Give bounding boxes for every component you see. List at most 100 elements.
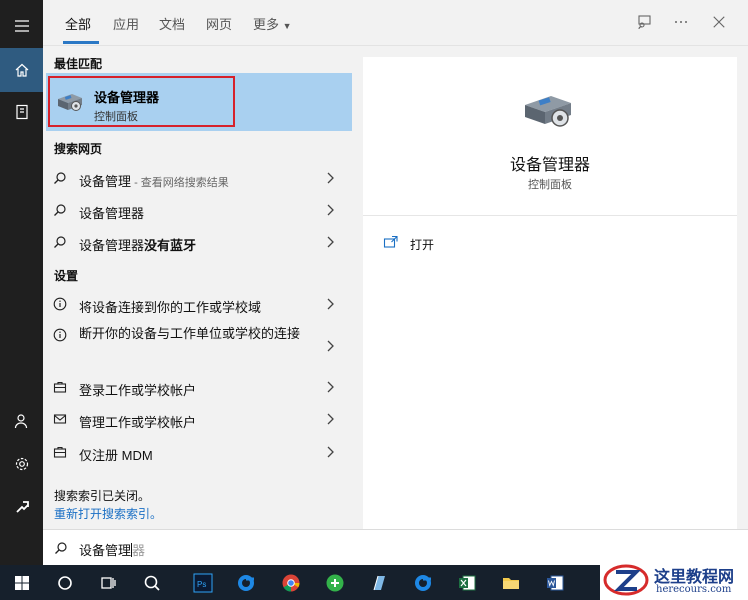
chevron-right-icon bbox=[327, 236, 334, 248]
svg-text:Ps: Ps bbox=[197, 580, 206, 589]
best-match-heading: 最佳匹配 bbox=[54, 57, 103, 71]
folder-icon bbox=[503, 578, 519, 589]
detail-title: 设备管理器 bbox=[509, 157, 590, 174]
search-autocomplete-suggestion: 器 bbox=[132, 543, 146, 558]
chevron-right-icon bbox=[327, 340, 334, 352]
feedback-button[interactable] bbox=[0, 485, 43, 529]
web-result-item[interactable]: 设备管理 - 查看网络搜索结果 bbox=[43, 162, 353, 194]
gear-icon bbox=[15, 457, 28, 471]
web-result-item[interactable]: 设备管理器 bbox=[43, 194, 353, 226]
taskbar-app-photoshop[interactable]: Ps bbox=[190, 570, 216, 596]
search-icon bbox=[54, 236, 66, 248]
more-options-button[interactable] bbox=[671, 12, 691, 32]
best-match-item[interactable]: 设备管理器 控制面板 bbox=[46, 73, 352, 131]
tab-more[interactable]: 更多 ▼ bbox=[253, 14, 292, 33]
tab-all[interactable]: 全部 bbox=[65, 14, 91, 33]
mail-icon bbox=[53, 414, 67, 424]
taskbar-app-browser[interactable] bbox=[233, 570, 259, 596]
best-match-title: 设备管理器 bbox=[94, 90, 160, 105]
person-icon bbox=[14, 414, 27, 429]
settings-item-label: 管理工作或学校帐户 bbox=[79, 415, 197, 430]
taskbar-app-excel[interactable] bbox=[454, 570, 480, 596]
device-manager-icon bbox=[58, 94, 82, 111]
settings-item-label: 登录工作或学校帐户 bbox=[79, 383, 197, 398]
cortana-button[interactable] bbox=[52, 570, 78, 596]
settings-item[interactable]: 登录工作或学校帐户 bbox=[43, 371, 353, 403]
settings-item[interactable]: 将设备连接到你的工作或学校域 bbox=[43, 288, 353, 320]
taskbar-app-notes[interactable] bbox=[366, 570, 392, 596]
taskbar-app-file-explorer[interactable] bbox=[498, 570, 524, 596]
taskbar-app-chrome[interactable] bbox=[278, 570, 304, 596]
settings-heading: 设置 bbox=[54, 269, 79, 283]
home-button[interactable] bbox=[0, 48, 43, 92]
chevron-right-icon bbox=[327, 381, 334, 393]
word-icon bbox=[547, 575, 564, 591]
ellipsis-icon bbox=[675, 21, 687, 23]
taskbar-app-word[interactable] bbox=[542, 570, 568, 596]
settings-item[interactable]: 管理工作或学校帐户 bbox=[43, 403, 353, 435]
hamburger-menu-button[interactable] bbox=[0, 4, 43, 48]
site-logo-icon bbox=[603, 564, 649, 596]
device-manager-icon bbox=[525, 96, 571, 127]
web-result-item[interactable]: 设备管理器没有蓝牙 bbox=[43, 226, 353, 258]
home-icon bbox=[15, 63, 28, 77]
close-button[interactable] bbox=[709, 12, 729, 32]
web-result-hint: - 查看网络搜索结果 bbox=[131, 177, 229, 189]
task-view-icon bbox=[101, 577, 116, 589]
search-window: 全部 应用 文档 网页 更多 ▼ 最佳匹配 设备管理器 控制面板 搜索网页 设备… bbox=[0, 0, 748, 600]
chevron-right-icon bbox=[327, 446, 334, 458]
notebook-button[interactable] bbox=[0, 90, 43, 134]
info-icon bbox=[53, 328, 67, 342]
settings-item[interactable]: 断开你的设备与工作单位或学校的连接 bbox=[43, 322, 353, 370]
cortana-circle-icon bbox=[58, 576, 72, 590]
open-action[interactable]: 打开 bbox=[383, 233, 503, 255]
reopen-index-link[interactable]: 重新打开搜索索引。 bbox=[54, 505, 162, 522]
chevron-right-icon bbox=[327, 172, 334, 184]
search-icon bbox=[54, 204, 66, 216]
web-result-text: 设备管理 - 查看网络搜索结果 bbox=[79, 171, 229, 190]
start-button[interactable] bbox=[9, 570, 35, 596]
tab-documents[interactable]: 文档 bbox=[159, 14, 185, 33]
open-action-label: 打开 bbox=[410, 238, 435, 252]
feedback-hub-button[interactable] bbox=[634, 12, 654, 32]
taskbar-app-green-browser[interactable] bbox=[322, 570, 348, 596]
person-feedback-icon bbox=[638, 15, 651, 30]
notepad-icon bbox=[373, 575, 385, 591]
chevron-right-icon bbox=[327, 298, 334, 310]
close-icon bbox=[713, 16, 725, 28]
hamburger-icon bbox=[14, 20, 29, 32]
left-rail bbox=[0, 0, 43, 565]
notebook-icon bbox=[15, 104, 28, 120]
settings-button[interactable] bbox=[0, 442, 43, 486]
divider bbox=[363, 215, 737, 216]
best-match-subtitle: 控制面板 bbox=[94, 111, 138, 123]
account-button[interactable] bbox=[0, 399, 43, 443]
tab-more-label: 更多 bbox=[253, 17, 280, 32]
chevron-right-icon bbox=[327, 204, 334, 216]
detail-pane: 设备管理器 控制面板 打开 bbox=[363, 57, 737, 529]
browser-icon bbox=[238, 575, 254, 591]
excel-icon bbox=[459, 575, 476, 591]
feedback-icon bbox=[15, 501, 29, 513]
watermark-site-url: herecours.com bbox=[656, 584, 732, 595]
settings-item[interactable]: 仅注册 MDM bbox=[43, 436, 353, 468]
magnifier-icon bbox=[144, 575, 160, 591]
search-input-value: 设备管理 bbox=[79, 543, 132, 558]
taskbar-app-browser-2[interactable] bbox=[410, 570, 436, 596]
chevron-right-icon bbox=[327, 413, 334, 425]
windows-logo-icon bbox=[15, 576, 29, 590]
active-tab-indicator bbox=[63, 41, 99, 44]
settings-item-label: 将设备连接到你的工作或学校域 bbox=[79, 300, 262, 315]
tab-web[interactable]: 网页 bbox=[206, 14, 232, 33]
tab-apps[interactable]: 应用 bbox=[113, 14, 139, 33]
web-result-query: 设备管理器 bbox=[79, 238, 145, 253]
briefcase-icon bbox=[53, 446, 67, 458]
settings-item-label: 断开你的设备与工作单位或学校的连接 bbox=[79, 326, 301, 341]
web-result-text: 设备管理器没有蓝牙 bbox=[79, 235, 196, 254]
task-view-button[interactable] bbox=[95, 570, 121, 596]
search-input[interactable]: 设备管理器 bbox=[79, 540, 145, 559]
taskbar-app-search[interactable] bbox=[139, 570, 165, 596]
briefcase-icon bbox=[53, 381, 67, 393]
green-circle-icon bbox=[326, 574, 344, 592]
web-result-text: 设备管理器 bbox=[79, 206, 145, 221]
